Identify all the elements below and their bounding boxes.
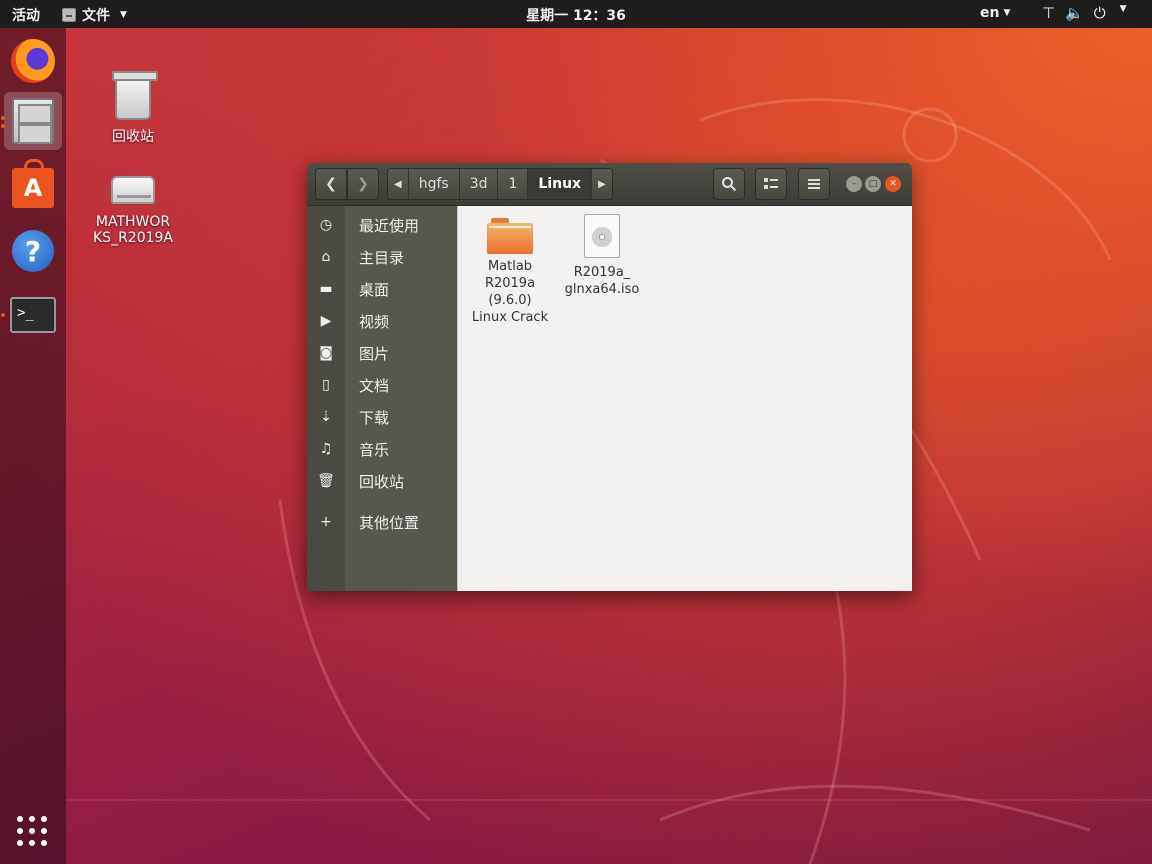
path-segment[interactable]: hgfs [408,169,460,199]
drive-icon [111,176,155,204]
minimize-icon: – [851,179,857,189]
back-button[interactable]: ❮ [315,168,347,200]
camera-icon: ◙ [319,345,333,361]
sidebar-item-videos[interactable]: ▶ 视频 [307,305,457,337]
top-bar: 活动 文件 ▼ 星期一 12：36 en ▼ ⊤ 🔈 ⏻ ▼ [0,0,1152,28]
search-icon [722,177,737,192]
maximize-button[interactable]: □ [865,176,881,192]
header-bar: ❮ ❯ ◀ hgfs 3d 1 Linux ▶ – □ ✕ [307,163,912,206]
desktop-icon-label: 回收站 [112,129,154,145]
file-name: R2019a [484,276,536,291]
power-icon: ⏻ [1093,4,1106,22]
path-scroll-left[interactable]: ◀ [388,169,409,199]
maximize-icon: □ [868,179,878,189]
file-view: Matlab R2019a (9.6.0) Linux Crack R2019a… [457,206,912,591]
folder-icon [487,218,533,254]
chevron-down-icon: ▼ [120,10,127,20]
dock: A ? >_ [0,28,66,864]
files-app-icon [62,8,76,22]
document-icon: ▯ [322,377,330,393]
path-segment[interactable]: 1 [498,169,529,199]
sidebar-item-other-locations[interactable]: + 其他位置 [307,506,457,538]
sidebar-item-downloads[interactable]: ⇣ 下载 [307,401,457,433]
software-center-icon: A [12,159,54,208]
sidebar-item-desktop[interactable]: ▬ 桌面 [307,273,457,305]
breadcrumb: ◀ hgfs 3d 1 Linux ▶ [387,168,613,200]
menu-button[interactable] [798,168,830,200]
trash-icon [112,71,158,120]
home-icon: ⌂ [321,249,331,265]
trash-icon: 🗑 [317,473,335,489]
close-button[interactable]: ✕ [885,176,901,192]
file-name: glnxa64.iso [564,282,640,297]
list-view-icon [764,178,778,189]
video-icon: ▶ [320,313,332,329]
triangle-left-icon: ◀ [394,178,402,190]
desktop-icon-label: MATHWORKS_R2019A [93,214,174,246]
running-indicator [1,313,5,317]
system-tray[interactable]: ⊤ 🔈 ⏻ ▼ [1042,4,1127,22]
help-icon: ? [12,230,54,272]
sidebar-item-music[interactable]: ♫ 音乐 [307,433,457,465]
running-indicator [1,124,5,128]
sidebar-item-pictures[interactable]: ◙ 图片 [307,337,457,369]
dock-software-center[interactable]: A [4,156,62,214]
sidebar-item-recent[interactable]: ◷ 最近使用 [307,209,457,241]
close-icon: ✕ [889,179,897,189]
apps-grid-icon[interactable] [17,816,47,846]
download-icon: ⇣ [320,409,332,425]
file-name: R2019a_ [573,265,631,280]
disc-image-icon [584,214,620,258]
dock-files[interactable] [4,92,62,150]
path-segment-current[interactable]: Linux [528,169,593,199]
sidebar-item-trash[interactable]: 🗑 回收站 [307,465,457,497]
desktop-trash[interactable]: 回收站 [88,71,178,146]
app-menu[interactable]: 文件 ▼ [62,5,127,25]
path-scroll-right[interactable]: ▶ [592,169,612,199]
hamburger-icon [808,179,820,189]
search-button[interactable] [713,168,745,200]
triangle-right-icon: ▶ [598,178,606,190]
desktop-folder-icon: ▬ [319,281,333,297]
volume-icon: 🔈 [1065,4,1084,22]
chevron-down-icon: ▼ [1003,8,1011,18]
file-item-folder[interactable]: Matlab R2019a (9.6.0) Linux Crack [460,206,560,326]
firefox-icon [11,39,55,83]
file-name: Linux Crack [471,310,549,325]
file-item-iso[interactable]: R2019a_ glnxa64.iso [552,206,652,298]
activities-button[interactable]: 活动 [12,5,40,25]
chevron-down-icon: ▼ [1119,4,1127,14]
view-options-button[interactable] [755,168,787,200]
music-icon: ♫ [319,441,333,457]
chevron-left-icon: ❮ [325,176,337,192]
desktop-drive[interactable]: MATHWORKS_R2019A [88,170,178,246]
sidebar-item-documents[interactable]: ▯ 文档 [307,369,457,401]
sidebar-item-home[interactable]: ⌂ 主目录 [307,241,457,273]
dock-firefox[interactable] [4,32,62,90]
places-sidebar: ◷ 最近使用 ⌂ 主目录 ▬ 桌面 ▶ 视频 ◙ 图片 ▯ 文档 ⇣ 下载 ♫ 音乐 🗑 回收站 … [307,206,457,591]
files-icon [12,98,54,144]
file-manager-window: ❮ ❯ ◀ hgfs 3d 1 Linux ▶ – □ ✕ ◷ 最近使用 ⌂ 主目录… [307,163,912,591]
recent-icon: ◷ [319,217,333,233]
running-indicator [1,116,5,120]
terminal-icon: >_ [10,297,56,333]
path-segment[interactable]: 3d [459,169,499,199]
file-name: (9.6.0) [488,293,532,308]
network-icon: ⊤ [1042,4,1056,22]
minimize-button[interactable]: – [846,176,862,192]
dock-terminal[interactable]: >_ [4,286,62,344]
language-indicator[interactable]: en ▼ [980,5,1010,21]
chevron-right-icon: ❯ [357,176,369,192]
forward-button[interactable]: ❯ [347,168,379,200]
clock[interactable]: 星期一 12：36 [526,8,626,24]
app-menu-label: 文件 [82,8,110,24]
plus-icon: + [320,514,332,530]
file-name: Matlab [487,259,533,274]
dock-help[interactable]: ? [4,222,62,280]
